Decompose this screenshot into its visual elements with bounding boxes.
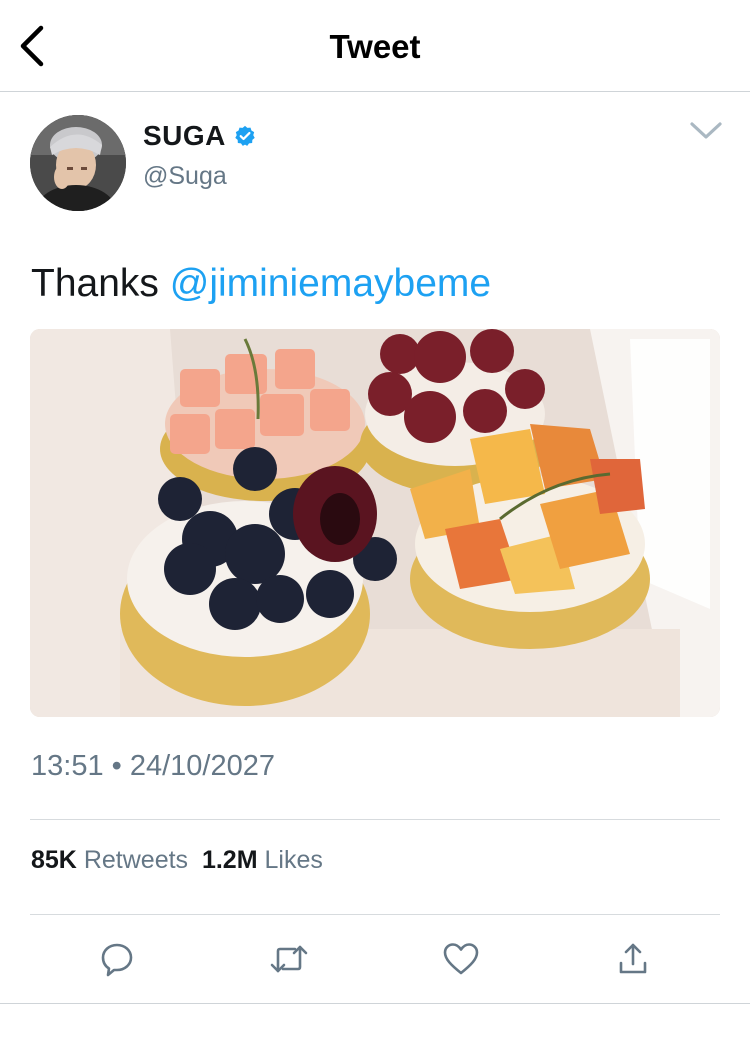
like-icon xyxy=(443,943,479,975)
reply-button[interactable] xyxy=(94,936,140,982)
retweet-button[interactable] xyxy=(266,936,312,982)
like-button[interactable] xyxy=(438,936,484,982)
tweet-time: 13:51 xyxy=(31,750,104,782)
mention-link[interactable]: @jiminiemaybeme xyxy=(170,262,491,305)
tweet-timestamp: 13:51 • 24/10/2027 xyxy=(31,750,275,783)
share-icon xyxy=(619,943,647,974)
tweet-date: 24/10/2027 xyxy=(129,750,276,782)
retweets-stat[interactable]: 85K Retweets xyxy=(31,846,188,874)
reply-icon xyxy=(101,943,133,977)
action-bar xyxy=(0,936,750,986)
divider xyxy=(30,819,720,820)
tweet-text-body: Thanks xyxy=(31,262,170,305)
chevron-down-icon xyxy=(690,122,722,139)
timestamp-separator: • xyxy=(111,750,122,782)
likes-label: Likes xyxy=(264,846,323,874)
engagement-stats: 85K Retweets 1.2M Likes xyxy=(31,846,323,875)
fruit-tarts-image xyxy=(30,329,720,717)
bottom-divider xyxy=(0,1003,750,1004)
verified-badge-icon xyxy=(235,125,255,146)
more-options-button[interactable] xyxy=(686,116,726,146)
likes-stat[interactable]: 1.2M Likes xyxy=(202,846,323,874)
avatar[interactable] xyxy=(30,115,126,211)
top-bar: Tweet xyxy=(0,0,750,92)
likes-count: 1.2M xyxy=(201,846,258,874)
retweets-label: Retweets xyxy=(83,846,189,874)
divider xyxy=(30,914,720,915)
author-display-name[interactable]: SUGA xyxy=(143,120,226,152)
author-handle[interactable]: @Suga xyxy=(143,162,227,191)
tweet-image[interactable] xyxy=(30,329,720,717)
page-title: Tweet xyxy=(329,28,421,65)
retweets-count: 85K xyxy=(31,846,77,874)
author-name-row[interactable]: SUGA xyxy=(143,120,256,152)
tweet-text: Thanks @jiminiemaybeme xyxy=(31,262,491,306)
avatar-image xyxy=(30,115,126,211)
retweet-icon xyxy=(270,945,308,973)
share-button[interactable] xyxy=(610,936,656,982)
